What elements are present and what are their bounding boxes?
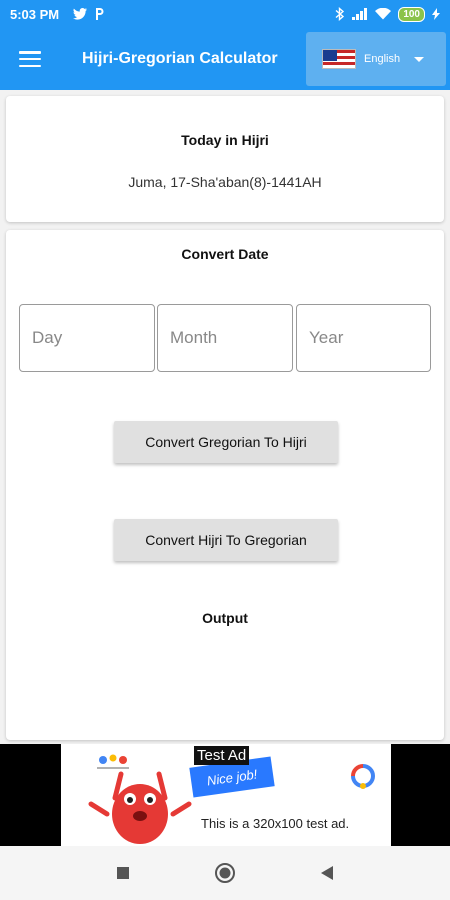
google-ads-logo-icon <box>351 764 375 789</box>
test-ad-tag: Test Ad <box>194 746 250 765</box>
convert-gregorian-to-hijri-button[interactable]: Convert Gregorian To Hijri <box>114 421 338 463</box>
today-hijri-card: Today in Hijri Juma, 17-Sha'aban(8)-1441… <box>6 96 444 222</box>
bluetooth-icon <box>335 7 345 21</box>
twitter-icon <box>73 8 88 20</box>
home-button[interactable] <box>210 858 240 888</box>
status-bar: 5:03 PM 100 <box>0 0 450 28</box>
hamburger-icon <box>19 51 41 67</box>
app-title: Hijri-Gregorian Calculator <box>82 50 278 67</box>
today-hijri-date: Juma, 17-Sha'aban(8)-1441AH <box>128 174 322 190</box>
output-label: Output <box>202 610 248 626</box>
battery-indicator: 100 <box>398 6 425 22</box>
convert-hijri-to-gregorian-button[interactable]: Convert Hijri To Gregorian <box>114 519 338 561</box>
year-input[interactable] <box>296 304 431 372</box>
chevron-down-icon <box>414 56 425 62</box>
status-right: 100 <box>335 6 440 22</box>
month-input[interactable] <box>157 304 293 372</box>
today-title: Today in Hijri <box>181 132 269 148</box>
language-label: English <box>364 53 401 65</box>
p-app-icon <box>96 8 104 20</box>
day-input[interactable] <box>19 304 155 372</box>
red-creature-illustration <box>88 754 192 844</box>
ad-banner-area: Nice job! Test Ad This is a 320x100 test… <box>0 744 450 846</box>
system-navigation-bar <box>0 846 450 900</box>
triangle-back-icon <box>321 866 333 880</box>
app-bar: Hijri-Gregorian Calculator English <box>0 28 450 90</box>
signal-icon <box>352 8 368 20</box>
convert-date-card: Convert Date Convert Gregorian To Hijri … <box>6 230 444 740</box>
language-dropdown[interactable]: English <box>306 32 446 86</box>
ad-body-text: This is a 320x100 test ad. <box>201 816 350 831</box>
circle-icon <box>215 863 235 883</box>
wifi-icon <box>375 8 392 20</box>
convert-title: Convert Date <box>181 246 269 262</box>
square-icon <box>117 867 129 879</box>
recents-button[interactable] <box>108 858 138 888</box>
menu-button[interactable] <box>0 28 60 90</box>
back-button[interactable] <box>312 858 342 888</box>
status-left: 5:03 PM <box>10 7 105 22</box>
test-ad[interactable]: Nice job! Test Ad This is a 320x100 test… <box>61 744 391 846</box>
charging-icon <box>432 8 440 20</box>
status-time: 5:03 PM <box>10 6 60 22</box>
us-flag-icon <box>322 49 356 69</box>
